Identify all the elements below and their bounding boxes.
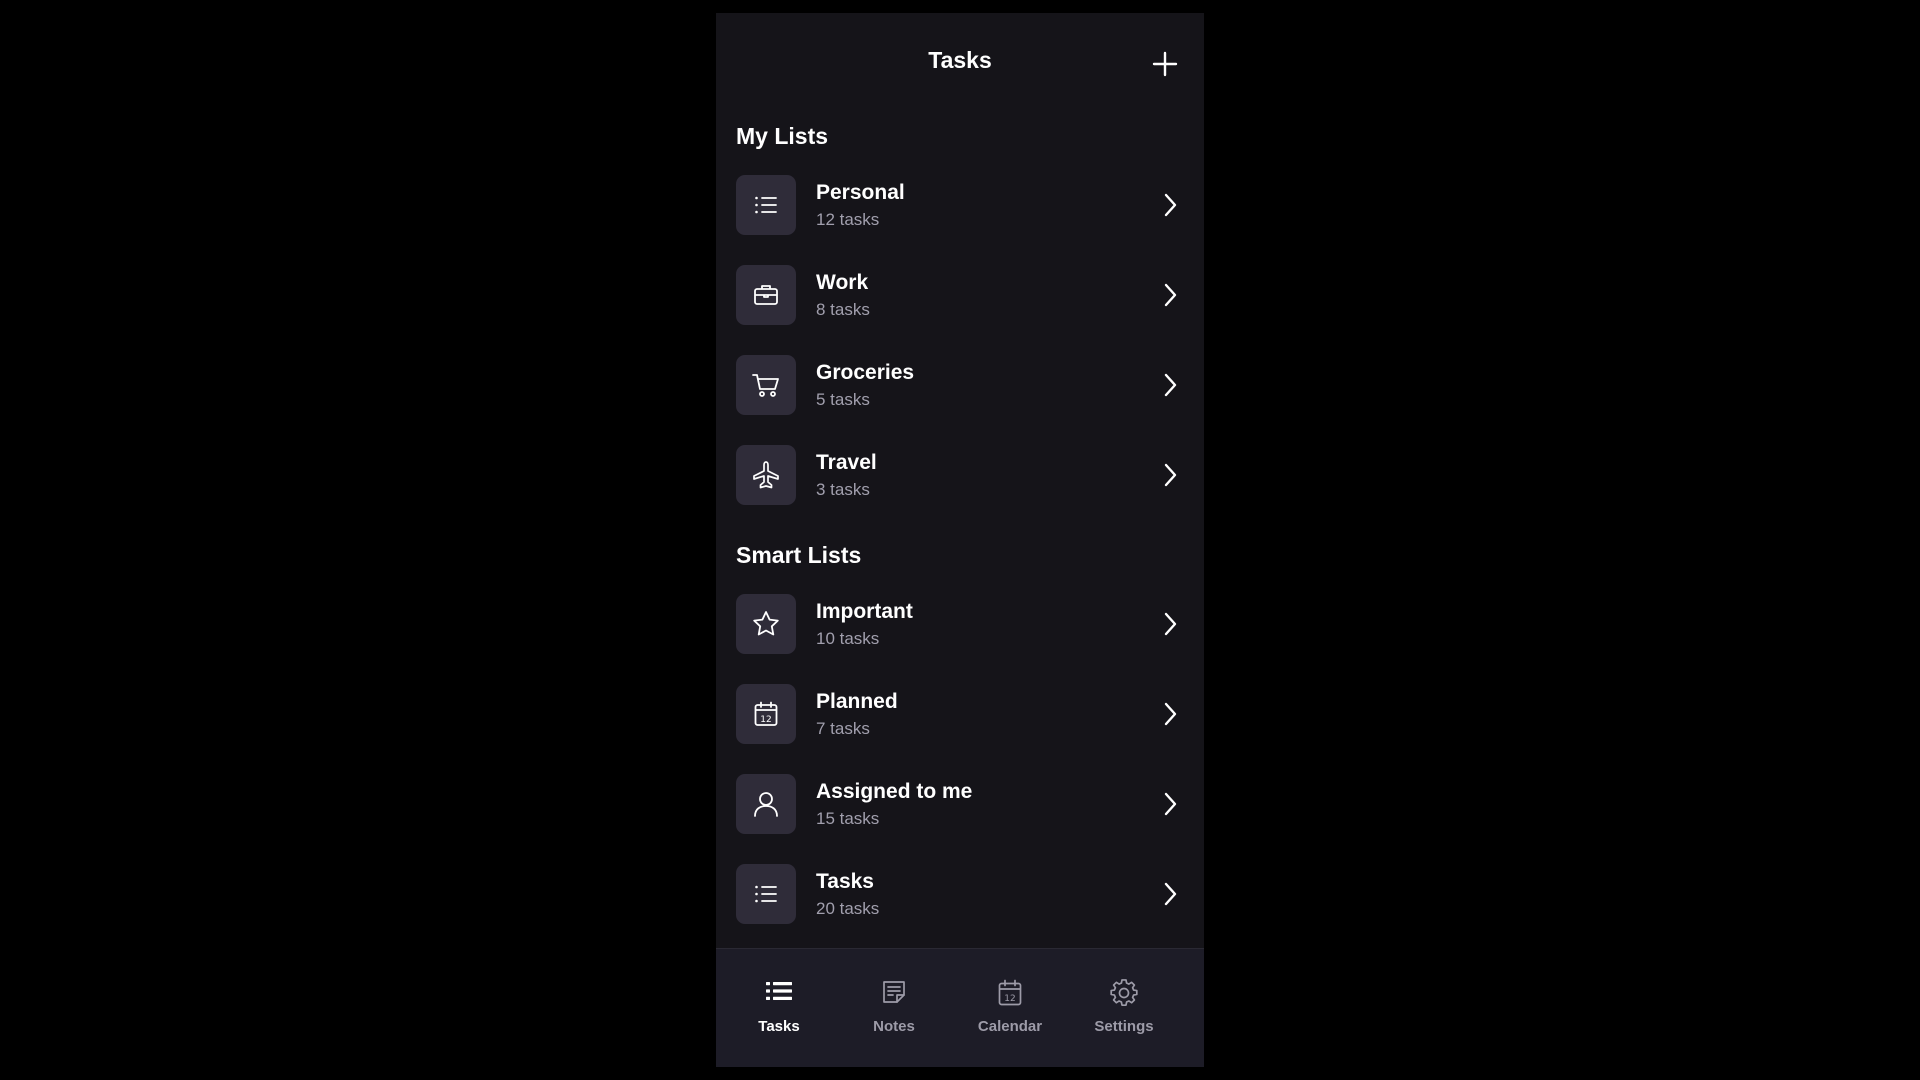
- list-icon-box: [736, 594, 796, 654]
- gear-icon: [1110, 979, 1138, 1006]
- list-item-count: 5 tasks: [816, 390, 870, 409]
- list-icon-box: [736, 774, 796, 834]
- cart-icon: [752, 374, 779, 397]
- chevron-right-icon: [1160, 791, 1180, 817]
- list-icon-box: 12: [736, 684, 796, 744]
- list-item-label: Assigned to me: [816, 780, 973, 803]
- tab-label: Notes: [873, 1018, 915, 1035]
- tab-notes[interactable]: Notes: [833, 949, 955, 1067]
- list-item-count: 3 tasks: [816, 480, 870, 499]
- list-icon-box: [736, 265, 796, 325]
- list-item-important[interactable]: Important 10 tasks: [736, 594, 1188, 656]
- list-item-label: Planned: [816, 690, 898, 713]
- list-item-groceries[interactable]: Groceries 5 tasks: [736, 355, 1188, 417]
- tab-label: Settings: [1094, 1018, 1154, 1035]
- airplane-icon: [753, 461, 779, 489]
- list-icon-box: [736, 355, 796, 415]
- smart-lists-heading: Smart Lists: [736, 542, 862, 568]
- list-item-count: 20 tasks: [816, 899, 880, 918]
- tab-bar: Tasks Notes 12 Calendar Settings: [716, 948, 1204, 1067]
- tab-label: Calendar: [977, 1018, 1043, 1035]
- list-item-label: Tasks: [816, 870, 874, 893]
- list-item-travel[interactable]: Travel 3 tasks: [736, 445, 1188, 507]
- list-item-label: Work: [816, 271, 869, 294]
- chevron-right-icon: [1160, 701, 1180, 727]
- svg-text:12: 12: [1004, 994, 1015, 1004]
- list-item-assigned-to-me[interactable]: Assigned to me 15 tasks: [736, 774, 1188, 836]
- chevron-right-icon: [1160, 282, 1180, 308]
- person-icon: [754, 792, 778, 817]
- list-item-planned[interactable]: 12 Planned 7 tasks: [736, 684, 1188, 746]
- svg-text:12: 12: [760, 715, 771, 725]
- tab-settings[interactable]: Settings: [1063, 949, 1185, 1067]
- list-item-count: 15 tasks: [816, 809, 880, 828]
- list-item-count: 12 tasks: [816, 210, 880, 229]
- plus-icon: [1152, 51, 1178, 77]
- list-item-count: 7 tasks: [816, 719, 870, 738]
- list-icon-box: [736, 864, 796, 924]
- list-item-label: Groceries: [816, 361, 915, 384]
- list-icon: [755, 196, 777, 214]
- list-item-label: Travel: [816, 451, 877, 474]
- list-item-tasks[interactable]: Tasks 20 tasks: [736, 864, 1188, 926]
- list-item-count: 8 tasks: [816, 300, 870, 319]
- tab-tasks[interactable]: Tasks: [718, 949, 840, 1067]
- header: Tasks: [716, 13, 1204, 113]
- chevron-right-icon: [1160, 372, 1180, 398]
- my-lists-heading: My Lists: [736, 123, 829, 149]
- chevron-right-icon: [1160, 192, 1180, 218]
- page-title: Tasks: [928, 47, 992, 73]
- phone-screen: Tasks My Lists Personal 12 tasks Work 8 …: [716, 13, 1204, 1067]
- list-icon-box: [736, 445, 796, 505]
- list-item-label: Personal: [816, 181, 905, 204]
- list-icon: [766, 982, 792, 1000]
- list-item-label: Important: [816, 600, 913, 623]
- list-icon-box: [736, 175, 796, 235]
- calendar-icon: 12: [998, 979, 1022, 1006]
- list-item-personal[interactable]: Personal 12 tasks: [736, 175, 1188, 237]
- briefcase-icon: [754, 285, 778, 305]
- chevron-right-icon: [1160, 611, 1180, 637]
- calendar-icon: 12: [754, 701, 778, 726]
- notes-icon: [883, 981, 905, 1003]
- list-item-work[interactable]: Work 8 tasks: [736, 265, 1188, 327]
- chevron-right-icon: [1160, 462, 1180, 488]
- list-icon: [755, 885, 777, 903]
- tab-calendar[interactable]: 12 Calendar: [949, 949, 1071, 1067]
- add-list-button[interactable]: [1150, 49, 1180, 79]
- tab-label: Tasks: [758, 1018, 800, 1035]
- list-item-count: 10 tasks: [816, 629, 880, 648]
- chevron-right-icon: [1160, 881, 1180, 907]
- star-icon: [753, 611, 779, 636]
